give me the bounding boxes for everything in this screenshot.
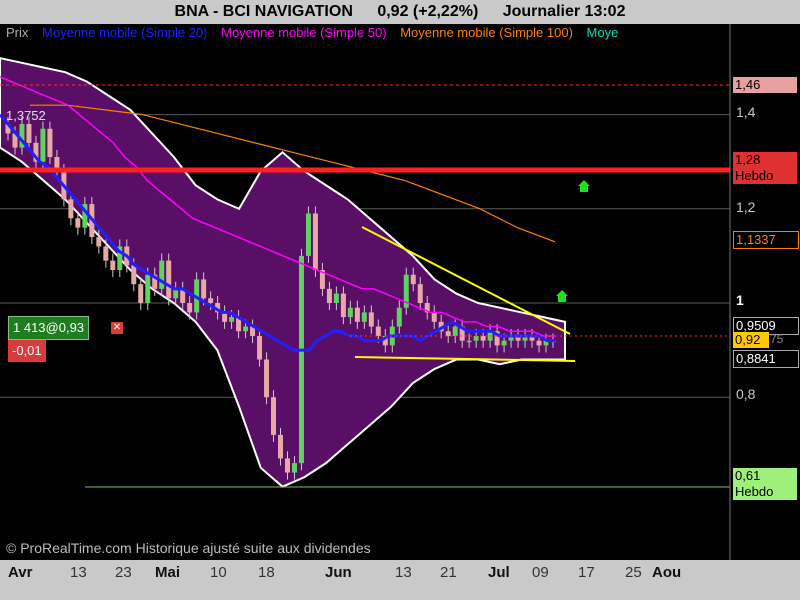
candle-body: [536, 340, 542, 346]
price-box-08841: 0,8841: [733, 350, 799, 368]
ytick-1: 1: [736, 292, 744, 308]
x-axis-label: 18: [258, 564, 275, 581]
close-order-icon[interactable]: ✕: [111, 322, 123, 334]
candle-body: [368, 312, 374, 327]
period-label: Journalier 13:02: [502, 3, 626, 20]
ytick-0-8: 0,8: [736, 386, 756, 402]
candle-body: [410, 274, 416, 285]
candle-body: [361, 312, 367, 322]
candle-body: [347, 307, 353, 318]
candle-body: [40, 128, 46, 162]
price-box-128: 1,28 Hebdo: [733, 152, 797, 184]
price-box-128-value: 1,28: [735, 152, 761, 167]
candle-body: [431, 312, 437, 322]
candle-body: [110, 260, 116, 271]
price-box-11337: 1,1337: [733, 231, 799, 249]
x-axis-label: 17: [578, 564, 595, 581]
price-chart: [0, 0, 800, 600]
candle-body: [243, 326, 249, 332]
candle-body: [68, 199, 74, 219]
legend-ma-cut[interactable]: Moye: [587, 25, 619, 40]
candle-body: [271, 397, 277, 435]
candle-body: [291, 463, 297, 473]
legend-price[interactable]: Prix: [6, 25, 28, 40]
x-axis-label: 13: [395, 564, 412, 581]
x-axis: Avr 13 23 Mai 10 18 Jun 13 21 Jul 09 17 25 Aou: [0, 560, 800, 600]
candle-body: [340, 293, 346, 318]
candle-body: [284, 458, 290, 473]
candle-body: [257, 335, 263, 360]
candle-body: [326, 288, 332, 303]
candle-body: [187, 303, 193, 313]
candle-body: [417, 284, 423, 303]
x-axis-label: Jul: [488, 564, 510, 581]
price-box-061-value: 0,61: [735, 468, 761, 483]
x-axis-label: 13: [70, 564, 87, 581]
order-box[interactable]: 1 413@0,93: [8, 316, 90, 340]
price-box-092-suffix: 75: [770, 332, 784, 346]
last-quote: 0,92 (+2,22%): [377, 3, 479, 20]
candle-body: [375, 326, 381, 336]
legend-ma20[interactable]: Moyenne mobile (Simple 20): [42, 25, 207, 40]
candle-body: [298, 255, 304, 464]
x-axis-label: Avr: [8, 564, 33, 581]
top-value-label: 1,3752: [6, 108, 46, 123]
candle-body: [145, 274, 151, 303]
candle-body: [26, 124, 32, 143]
candle-body: [333, 293, 339, 303]
candle-body: [312, 213, 318, 271]
candle-body: [47, 128, 53, 157]
legend-ma50[interactable]: Moyenne mobile (Simple 50): [221, 25, 386, 40]
candle-body: [466, 340, 472, 343]
x-axis-label: Aou: [652, 564, 682, 581]
candle-body: [396, 307, 402, 327]
candle-body: [208, 298, 214, 303]
ytick-1-2: 1,2: [736, 199, 756, 215]
candle-body: [305, 213, 311, 256]
ytick-1-4: 1,4: [736, 104, 756, 120]
symbol-name: BNA - BCI NAVIGATION: [174, 3, 353, 20]
candle-body: [96, 237, 102, 247]
candle-body: [501, 340, 507, 346]
title-bar: BNA - BCI NAVIGATION 0,92 (+2,22%) Journ…: [0, 0, 800, 24]
x-axis-label: Jun: [325, 564, 352, 581]
legend: Prix Moyenne mobile (Simple 20) Moyenne …: [6, 25, 628, 40]
change-box: -0,01: [8, 340, 46, 362]
price-box-092: 0,92: [733, 332, 769, 348]
candle-body: [166, 260, 172, 299]
x-axis-label: 10: [210, 564, 227, 581]
candle-body: [264, 359, 270, 398]
candle-body: [480, 335, 486, 341]
candle-body: [159, 260, 165, 289]
x-axis-label: 09: [532, 564, 549, 581]
x-axis-label: 23: [115, 564, 132, 581]
x-axis-label: 21: [440, 564, 457, 581]
candle-body: [445, 331, 451, 336]
candle-body: [131, 265, 137, 285]
x-axis-label: Mai: [155, 564, 181, 581]
candle-body: [75, 218, 81, 228]
candle-body: [278, 434, 283, 459]
price-box-146: 1,46: [733, 77, 797, 93]
candle-body: [452, 326, 458, 336]
candle-body: [138, 284, 144, 303]
candle-body: [473, 335, 479, 341]
x-axis-label: 25: [625, 564, 642, 581]
candle-body: [103, 246, 109, 261]
legend-ma100[interactable]: Moyenne mobile (Simple 100): [400, 25, 573, 40]
copyright-text: © ProRealTime.com Historique ajusté suit…: [6, 540, 371, 556]
price-box-128-tag: Hebdo: [735, 168, 774, 183]
candle-body: [229, 317, 235, 322]
price-box-061: 0,61 Hebdo: [733, 468, 797, 500]
price-box-061-tag: Hebdo: [735, 484, 774, 499]
candle-body: [354, 307, 360, 322]
candle-body: [201, 279, 207, 299]
